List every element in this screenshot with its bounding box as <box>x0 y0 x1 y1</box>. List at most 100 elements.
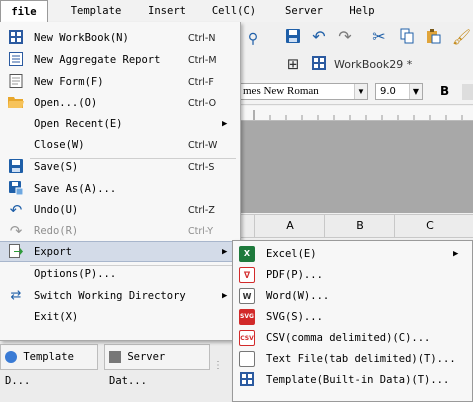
paste-icon[interactable] <box>424 28 442 46</box>
export-item-pdf[interactable]: ∇ PDF(P)... <box>233 265 473 286</box>
switch-icon: ⇄ <box>10 288 22 303</box>
database-icon <box>5 351 17 363</box>
export-item-label: CSV(comma delimited)(C)... <box>266 332 431 344</box>
undo-icon: ↶ <box>9 201 23 219</box>
svg-icon: SVG <box>239 309 255 325</box>
menu-item-save-as[interactable]: Save As(A)... <box>0 179 240 200</box>
menu-item-shortcut: Ctrl-S <box>188 162 215 173</box>
menu-item-label: Close(W) <box>34 139 85 151</box>
font-size-select[interactable]: 9.0 ▼ <box>375 83 423 100</box>
save-as-icon <box>8 181 24 197</box>
menu-item-label: Exit(X) <box>34 311 79 323</box>
column-header-row: A B C <box>240 214 473 238</box>
menu-item-label: Options(P)... <box>34 268 117 280</box>
menu-item-label: Save As(A)... <box>34 183 117 195</box>
font-family-select[interactable]: mes New Roman ▼ <box>240 83 368 100</box>
menu-item-options[interactable]: Options(P)... <box>0 264 240 285</box>
menu-item-new-workbook[interactable]: New WorkBook(N) Ctrl-N <box>0 28 240 49</box>
word-icon: W <box>239 288 255 304</box>
menu-item-export[interactable]: Export ▶ <box>0 241 240 262</box>
tab-template-dataset[interactable]: Template D... <box>0 344 98 387</box>
redo-toolbar-icon[interactable]: ↷ <box>336 28 354 46</box>
menu-item-exit[interactable]: Exit(X) <box>0 307 240 328</box>
form-icon <box>8 74 24 90</box>
undo-toolbar-icon[interactable]: ↶ <box>310 28 328 46</box>
tab-server-dataset[interactable]: Server Dat... <box>104 344 210 387</box>
menu-item-shortcut: Ctrl-N <box>188 33 216 44</box>
export-item-label: SVG(S)... <box>266 311 323 323</box>
workbook-tab[interactable]: WorkBook29 * <box>334 55 412 75</box>
export-item-label: Template(Built-in Data)(T)... <box>266 374 450 386</box>
file-menu: New WorkBook(N) Ctrl-N New Aggregate Rep… <box>0 22 241 341</box>
export-item-text-file[interactable]: Text File(tab delimited)(T)... <box>233 349 473 370</box>
menu-item-label: Open Recent(E) <box>34 118 123 130</box>
menu-template[interactable]: Template <box>60 0 132 22</box>
menu-item-open[interactable]: Open...(O) Ctrl-O <box>0 93 240 114</box>
chevron-down-icon[interactable]: ▼ <box>409 84 422 99</box>
export-item-label: PDF(P)... <box>266 269 323 281</box>
menu-item-label: New WorkBook(N) <box>34 32 129 44</box>
zoom-icon[interactable]: ⚲ <box>244 30 262 48</box>
menu-cell[interactable]: Cell(C) <box>204 0 264 22</box>
server-icon <box>109 351 121 363</box>
menu-item-label: Export <box>34 246 72 258</box>
text-file-icon <box>239 351 255 367</box>
drag-handle-icon[interactable]: ⋮ <box>213 360 223 380</box>
pdf-icon: ∇ <box>239 267 255 283</box>
menu-item-shortcut: Ctrl-Y <box>188 226 214 237</box>
menu-item-redo[interactable]: ↷ Redo(R) Ctrl-Y <box>0 221 240 242</box>
menu-item-new-aggregate-report[interactable]: New Aggregate Report Ctrl-M <box>0 50 240 71</box>
menu-item-label: Undo(U) <box>34 204 79 216</box>
save-toolbar-icon[interactable] <box>284 28 302 46</box>
chevron-down-icon[interactable]: ▼ <box>354 84 367 99</box>
export-item-excel[interactable]: X Excel(E) ▶ <box>233 244 473 265</box>
workbook-tab-icon <box>310 56 328 74</box>
export-submenu: X Excel(E) ▶ ∇ PDF(P)... W Word(W)... SV… <box>232 240 473 402</box>
workbook-icon <box>8 30 24 46</box>
menu-item-undo[interactable]: ↶ Undo(U) Ctrl-Z <box>0 200 240 221</box>
export-item-label: Word(W)... <box>266 290 330 302</box>
menu-bar: file Template Insert Cell(C) Server Help <box>0 0 473 23</box>
menu-help[interactable]: Help <box>340 0 384 22</box>
template-icon <box>239 372 255 388</box>
menu-server[interactable]: Server <box>276 0 332 22</box>
cut-icon[interactable]: ✂ <box>370 28 388 46</box>
bold-button[interactable]: B <box>440 84 449 98</box>
menu-insert[interactable]: Insert <box>138 0 196 22</box>
menu-item-label: New Aggregate Report <box>34 54 161 66</box>
menu-item-label: Save(S) <box>34 161 79 173</box>
more-formats-icon[interactable] <box>462 84 473 100</box>
redo-icon: ↷ <box>9 222 23 240</box>
menu-file[interactable]: file <box>0 0 48 22</box>
menu-item-shortcut: Ctrl-F <box>188 77 214 88</box>
menu-item-save[interactable]: Save(S) Ctrl-S <box>0 157 240 178</box>
export-item-csv[interactable]: CSV CSV(comma delimited)(C)... <box>233 328 473 349</box>
export-item-template[interactable]: Template(Built-in Data)(T)... <box>233 370 473 391</box>
excel-icon: X <box>239 246 255 262</box>
menu-item-new-form[interactable]: New Form(F) Ctrl-F <box>0 72 240 93</box>
export-item-svg[interactable]: SVG SVG(S)... <box>233 307 473 328</box>
column-header-b[interactable]: B <box>324 215 395 237</box>
format-painter-icon[interactable]: 🖌 <box>452 28 471 46</box>
copy-icon[interactable] <box>398 28 416 46</box>
menu-item-shortcut: Ctrl-Z <box>188 205 215 216</box>
menu-item-switch-working-directory[interactable]: ⇄ Switch Working Directory ▶ <box>0 286 240 307</box>
font-size-value: 9.0 <box>380 86 396 97</box>
export-item-word[interactable]: W Word(W)... <box>233 286 473 307</box>
add-sheet-icon[interactable]: ⊞ <box>284 55 302 73</box>
menu-item-shortcut: Ctrl-M <box>188 55 217 66</box>
menu-item-open-recent[interactable]: Open Recent(E) ▶ <box>0 114 240 135</box>
menu-item-close[interactable]: Close(W) Ctrl-W <box>0 135 240 156</box>
menu-item-label: Switch Working Directory <box>34 290 186 302</box>
menu-item-label: Redo(R) <box>34 225 79 237</box>
chevron-right-icon: ▶ <box>222 247 228 257</box>
column-header-c[interactable]: C <box>394 215 465 237</box>
menu-item-label: New Form(F) <box>34 76 104 88</box>
export-icon <box>8 244 24 260</box>
font-family-value: mes New Roman <box>243 85 319 97</box>
export-item-label: Excel(E) <box>266 248 317 260</box>
report-canvas[interactable] <box>240 121 473 213</box>
column-header-a[interactable]: A <box>254 215 325 237</box>
menu-item-shortcut: Ctrl-W <box>188 140 218 151</box>
menu-item-label: Open...(O) <box>34 97 98 109</box>
